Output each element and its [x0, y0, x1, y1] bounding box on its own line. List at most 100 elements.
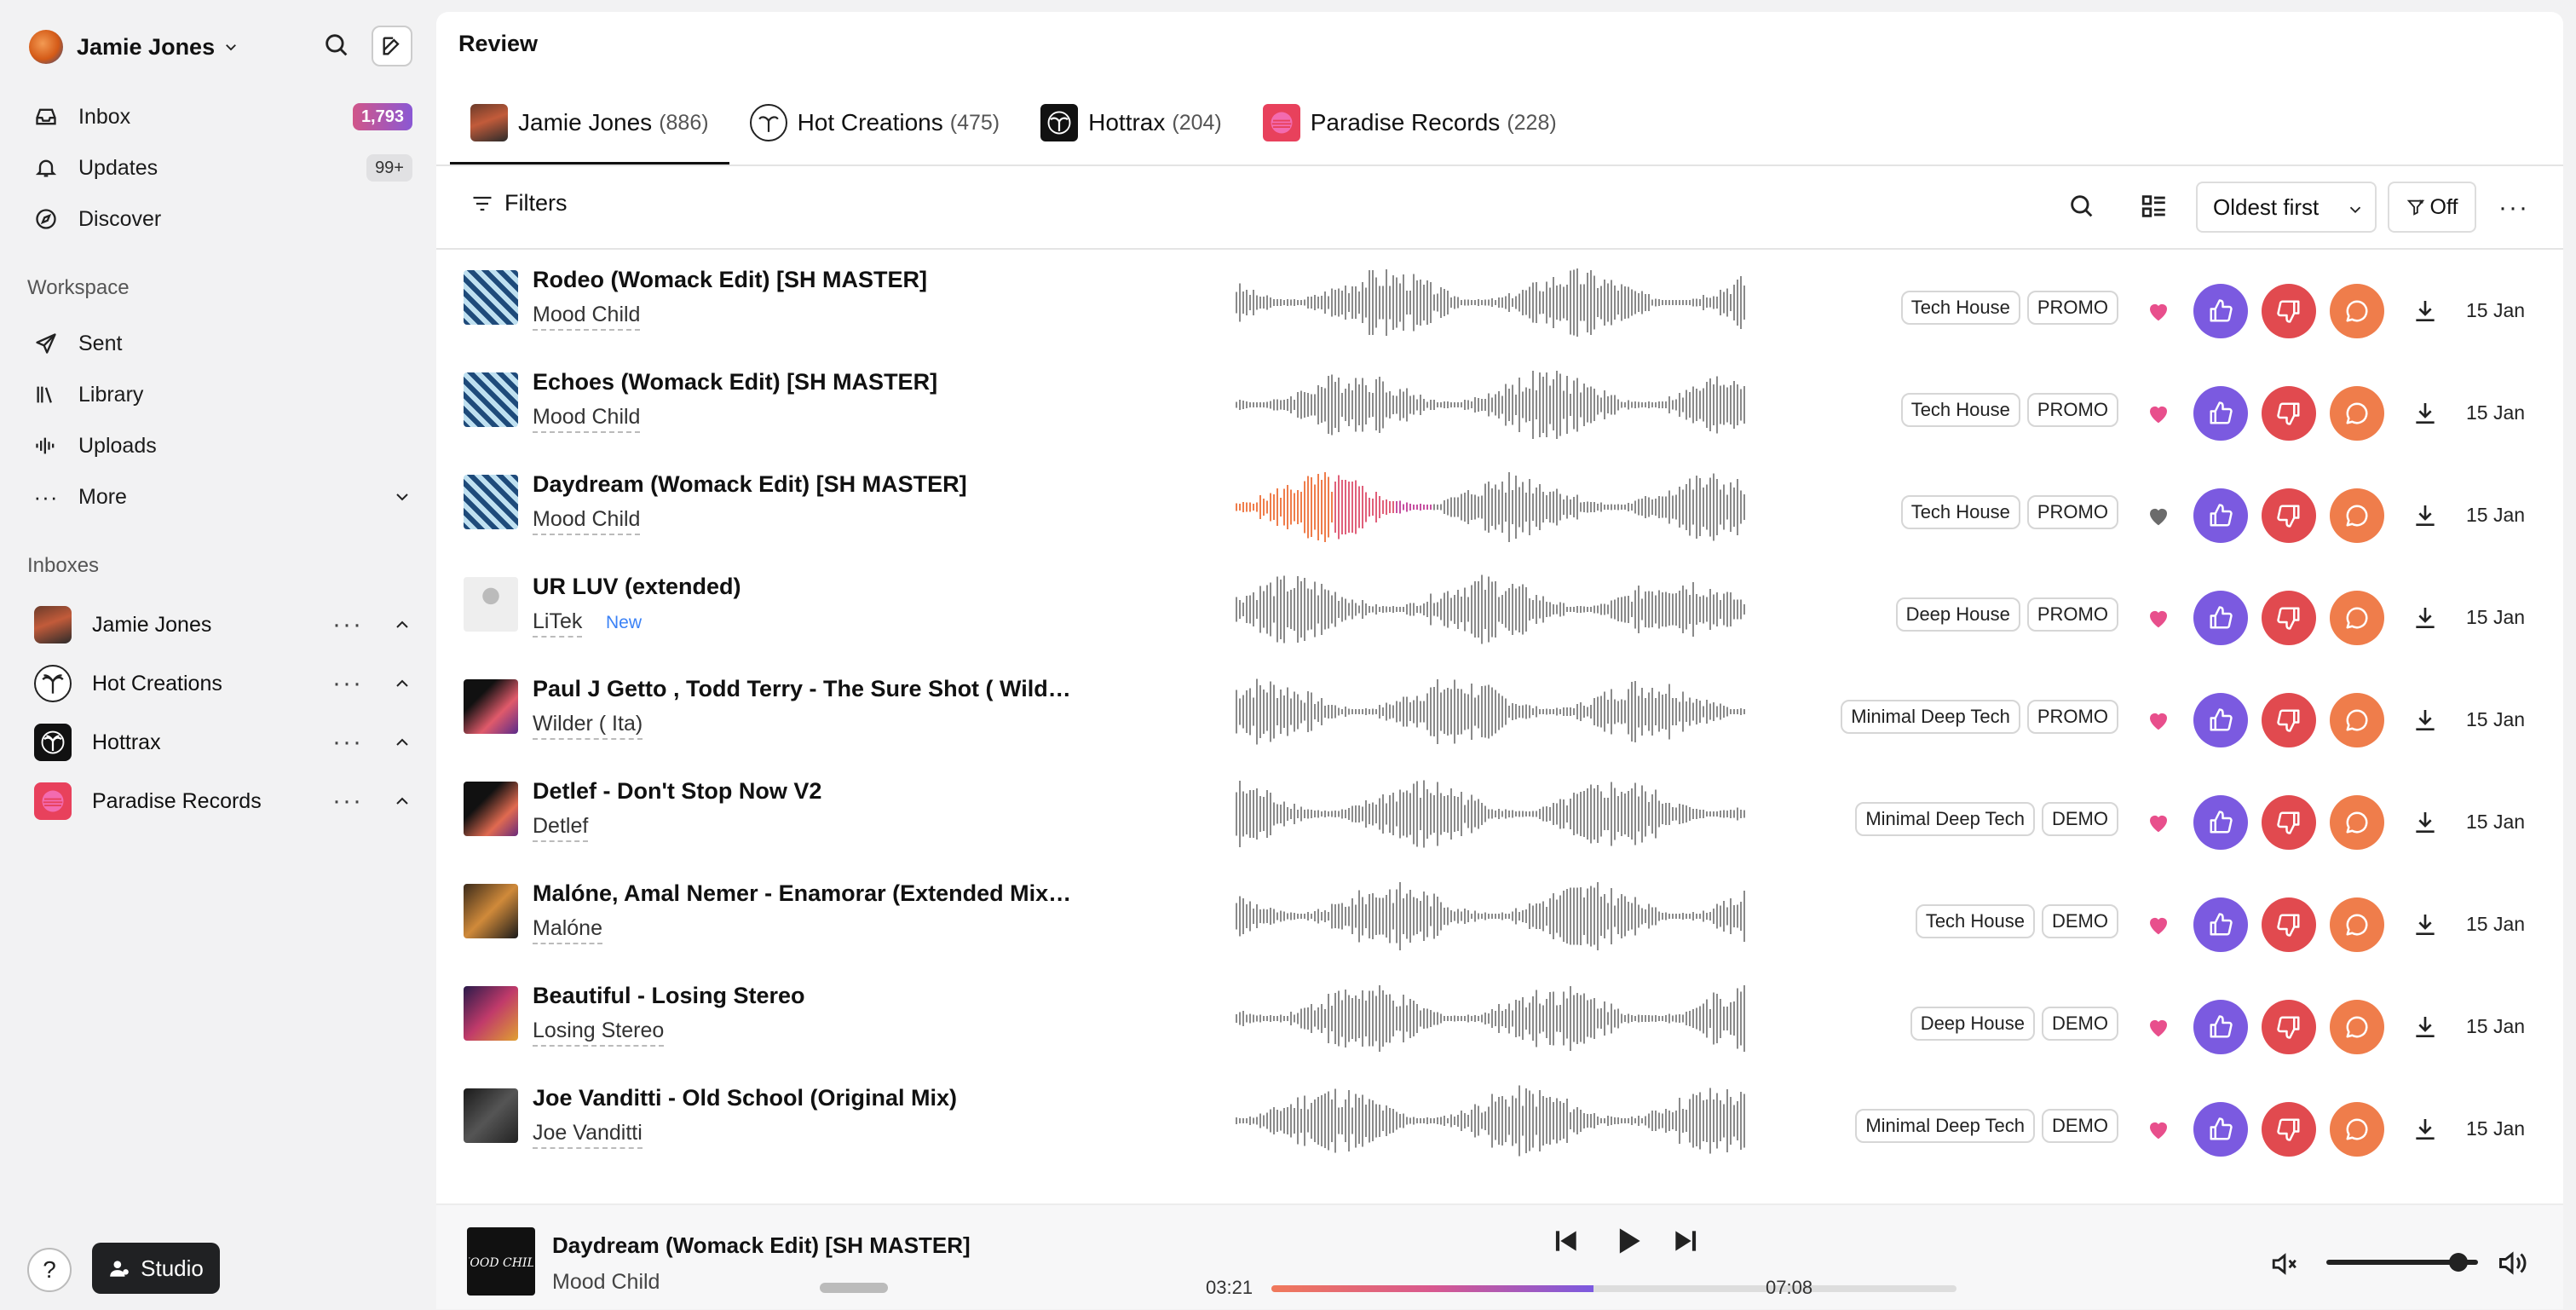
heart-icon[interactable]	[2146, 1014, 2171, 1040]
genre-tag[interactable]: Tech House	[1900, 393, 2020, 427]
genre-tag[interactable]: DEMO	[2042, 802, 2118, 836]
comment-button[interactable]	[2330, 1000, 2384, 1054]
filters-button[interactable]: Filters	[470, 190, 568, 216]
download-icon[interactable]	[2412, 1116, 2439, 1143]
chevron-up-icon[interactable]	[392, 673, 412, 694]
genre-tag[interactable]: Tech House	[1900, 291, 2020, 325]
genre-tag[interactable]: PROMO	[2026, 700, 2118, 734]
chevron-up-icon[interactable]	[392, 732, 412, 753]
tab-hottrax[interactable]: Hottrax (204)	[1020, 80, 1242, 165]
more-options-icon[interactable]: ···	[332, 669, 363, 698]
thumbs-down-button[interactable]	[2262, 693, 2316, 747]
thumbs-up-button[interactable]	[2193, 1102, 2248, 1157]
thumbs-up-button[interactable]	[2193, 591, 2248, 645]
track-artwork[interactable]	[464, 986, 518, 1041]
download-icon[interactable]	[2412, 911, 2439, 938]
play-icon[interactable]	[1609, 1222, 1646, 1260]
heart-icon[interactable]	[2146, 401, 2171, 426]
tab-jamie-jones[interactable]: Jamie Jones (886)	[450, 80, 729, 165]
progress-bar[interactable]	[1271, 1285, 1956, 1292]
comment-button[interactable]	[2330, 284, 2384, 338]
track-row[interactable]: Rodeo (Womack Edit) [SH MASTER] Mood Chil…	[436, 251, 2563, 354]
waveform[interactable]	[1236, 572, 1747, 647]
genre-tag[interactable]: Tech House	[1900, 495, 2020, 529]
waveform[interactable]	[1236, 470, 1747, 545]
genre-tag[interactable]: PROMO	[2026, 597, 2118, 632]
heart-icon[interactable]	[2146, 1117, 2171, 1142]
track-row[interactable]: Daydream (Womack Edit) [SH MASTER] Mood C…	[436, 456, 2563, 558]
thumbs-down-button[interactable]	[2262, 897, 2316, 952]
thumbs-down-button[interactable]	[2262, 1102, 2316, 1157]
track-row[interactable]: Paul J Getto , Todd Terry - The Sure Sho…	[436, 661, 2563, 763]
comment-button[interactable]	[2330, 1102, 2384, 1157]
chevron-up-icon[interactable]	[392, 791, 412, 811]
tab-paradise-records[interactable]: Paradise Records (228)	[1242, 80, 1577, 165]
thumbs-down-button[interactable]	[2262, 1000, 2316, 1054]
download-icon[interactable]	[2412, 707, 2439, 734]
track-row[interactable]: Echoes (Womack Edit) [SH MASTER] Mood Chi…	[436, 354, 2563, 456]
heart-icon[interactable]	[2146, 298, 2171, 324]
download-icon[interactable]	[2412, 604, 2439, 632]
more-options-icon[interactable]: ···	[2498, 193, 2529, 222]
track-title[interactable]: Detlef - Don't Stop Now V2	[533, 778, 1078, 805]
thumbs-down-button[interactable]	[2262, 386, 2316, 441]
thumbs-up-button[interactable]	[2193, 488, 2248, 543]
track-artwork[interactable]	[464, 1088, 518, 1143]
track-row[interactable]: Malóne, Amal Nemer - Enamorar (Extended …	[436, 865, 2563, 967]
horizontal-scrollbar[interactable]	[820, 1283, 888, 1293]
volume-knob[interactable]	[2449, 1253, 2468, 1272]
download-icon[interactable]	[2412, 809, 2439, 836]
track-artwork[interactable]	[464, 679, 518, 734]
genre-tag[interactable]: Minimal Deep Tech	[1855, 802, 2035, 836]
track-artwork[interactable]	[464, 577, 518, 632]
track-artist[interactable]: Wilder ( Ita)	[533, 712, 643, 740]
download-icon[interactable]	[2412, 502, 2439, 529]
track-title[interactable]: Joe Vanditti - Old School (Original Mix)	[533, 1085, 1078, 1111]
thumbs-up-button[interactable]	[2193, 1000, 2248, 1054]
sort-select[interactable]: Oldest first	[2196, 182, 2377, 233]
track-title[interactable]: Malóne, Amal Nemer - Enamorar (Extended …	[533, 880, 1078, 907]
studio-button[interactable]: Studio	[92, 1243, 220, 1294]
track-artwork[interactable]	[464, 884, 518, 938]
nav-updates[interactable]: Updates 99+	[32, 148, 412, 188]
thumbs-up-button[interactable]	[2193, 897, 2248, 952]
chevron-up-icon[interactable]	[392, 615, 412, 635]
track-row[interactable]: Detlef - Don't Stop Now V2 Detlef Minimal …	[436, 763, 2563, 865]
waveform[interactable]	[1236, 981, 1747, 1056]
thumbs-up-button[interactable]	[2193, 284, 2248, 338]
track-artist[interactable]: Mood Child	[533, 507, 641, 535]
heart-icon[interactable]	[2146, 810, 2171, 835]
heart-icon[interactable]	[2146, 605, 2171, 631]
track-title[interactable]: Rodeo (Womack Edit) [SH MASTER]	[533, 267, 1078, 293]
track-artist[interactable]: Joe Vanditti	[533, 1121, 643, 1149]
more-options-icon[interactable]: ···	[332, 728, 363, 757]
track-row[interactable]: Beautiful - Losing Stereo Losing Stereo De…	[436, 967, 2563, 1070]
thumbs-down-button[interactable]	[2262, 488, 2316, 543]
download-icon[interactable]	[2412, 297, 2439, 325]
track-title[interactable]: UR LUV (extended)	[533, 574, 1078, 600]
comment-button[interactable]	[2330, 693, 2384, 747]
genre-tag[interactable]: DEMO	[2042, 1109, 2118, 1143]
genre-tag[interactable]: PROMO	[2026, 393, 2118, 427]
mute-icon[interactable]	[2270, 1249, 2299, 1278]
track-artwork[interactable]	[464, 475, 518, 529]
thumbs-down-button[interactable]	[2262, 591, 2316, 645]
search-icon[interactable]	[2067, 192, 2096, 221]
track-artist[interactable]: Detlef	[533, 814, 589, 842]
nav-discover[interactable]: Discover	[32, 199, 412, 239]
inbox-paradise-records[interactable]: Paradise Records ···	[34, 780, 412, 822]
compose-button[interactable]	[372, 26, 412, 66]
track-title[interactable]: Daydream (Womack Edit) [SH MASTER]	[533, 471, 1078, 498]
waveform[interactable]	[1236, 674, 1747, 749]
track-artist[interactable]: Losing Stereo	[533, 1019, 665, 1047]
track-artwork[interactable]	[464, 372, 518, 427]
player-track-artist[interactable]: Mood Child	[552, 1270, 660, 1295]
more-options-icon[interactable]: ···	[332, 610, 363, 639]
heart-icon[interactable]	[2146, 503, 2171, 528]
waveform[interactable]	[1236, 776, 1747, 851]
inbox-hot-creations[interactable]: Hot Creations ···	[34, 662, 412, 705]
genre-tag[interactable]: Deep House	[1910, 1007, 2035, 1041]
auto-filter-toggle[interactable]: Off	[2388, 182, 2476, 233]
track-artist[interactable]: Mood Child	[533, 405, 641, 433]
track-artwork[interactable]	[464, 782, 518, 836]
